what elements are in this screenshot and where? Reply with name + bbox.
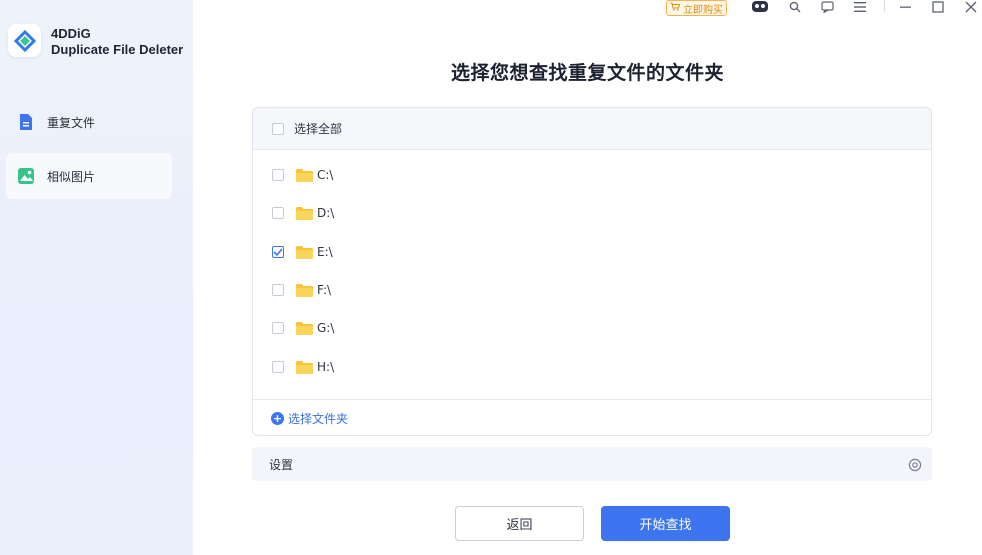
close-icon[interactable] (962, 0, 980, 14)
titlebar-divider (884, 0, 885, 12)
drive-row[interactable]: D:\ (253, 199, 931, 227)
drive-label: D:\ (317, 206, 335, 220)
drive-checkbox[interactable] (272, 246, 284, 258)
select-all-row[interactable]: 选择全部 (253, 108, 931, 150)
drive-checkbox[interactable] (272, 322, 284, 334)
buy-now-button[interactable]: 立即购买 (666, 0, 727, 16)
image-icon (17, 167, 35, 185)
sidebar-item-duplicate-files[interactable]: 重复文件 (6, 99, 172, 145)
drive-row[interactable]: H:\ (253, 353, 931, 381)
feedback-icon[interactable] (818, 0, 836, 14)
plus-icon: + (271, 411, 284, 425)
search-icon[interactable] (786, 0, 804, 14)
sidebar-item-similar-images[interactable]: 相似图片 (6, 153, 172, 199)
maximize-icon[interactable] (929, 0, 947, 14)
drive-label: G:\ (317, 321, 335, 335)
folder-icon (296, 168, 313, 182)
select-all-label: 选择全部 (294, 122, 343, 136)
folder-icon (296, 283, 313, 297)
drive-label: E:\ (317, 245, 333, 259)
document-icon (17, 113, 35, 131)
select-folder-button[interactable]: + 选择文件夹 (271, 410, 348, 427)
page-title: 选择您想查找重复文件的文件夹 (450, 62, 724, 84)
drive-checkbox[interactable] (272, 207, 284, 219)
checkmark-icon (273, 248, 283, 256)
gear-icon[interactable] (908, 457, 922, 472)
drive-label: C:\ (317, 168, 334, 182)
folder-icon (296, 360, 313, 374)
drive-checkbox[interactable] (272, 361, 284, 373)
folder-icon (296, 206, 313, 220)
brand-subtitle: Duplicate File Deleter (51, 42, 184, 57)
menu-icon[interactable] (851, 0, 869, 14)
panel-footer: + 选择文件夹 (253, 399, 931, 435)
minimize-icon[interactable] (897, 0, 915, 14)
drive-row[interactable]: G:\ (253, 314, 931, 342)
folder-selection-panel: 选择全部 C:\ D:\ E:\ F:\ G:\ H:\ + 选择文件夹 (252, 107, 932, 436)
sidebar-item-label: 相似图片 (47, 169, 96, 184)
brand: 4DDiG Duplicate File Deleter (8, 24, 183, 58)
drive-checkbox[interactable] (272, 169, 284, 181)
drive-row[interactable]: F:\ (253, 276, 931, 304)
drive-label: H:\ (317, 360, 335, 374)
folder-icon (296, 245, 313, 259)
brand-name: 4DDiG (51, 26, 91, 41)
buy-now-label: 立即购买 (683, 4, 723, 16)
select-folder-label: 选择文件夹 (288, 411, 349, 426)
cart-icon (670, 2, 681, 14)
drive-row[interactable]: C:\ (253, 161, 931, 189)
drive-row[interactable]: E:\ (253, 238, 931, 266)
drive-checkbox[interactable] (272, 284, 284, 296)
app-logo (8, 24, 41, 57)
settings-label: 设置 (269, 457, 294, 472)
sidebar: 4DDiG Duplicate File Deleter 重复文件 相似图片 (0, 0, 193, 555)
select-all-checkbox[interactable] (272, 122, 284, 135)
start-scan-button[interactable]: 开始查找 (601, 506, 730, 541)
drive-label: F:\ (317, 283, 332, 297)
sidebar-item-label: 重复文件 (47, 115, 96, 130)
folder-icon (296, 321, 313, 335)
back-button[interactable]: 返回 (455, 506, 584, 541)
settings-bar[interactable]: 设置 (252, 447, 932, 481)
robot-icon[interactable] (751, 0, 769, 14)
